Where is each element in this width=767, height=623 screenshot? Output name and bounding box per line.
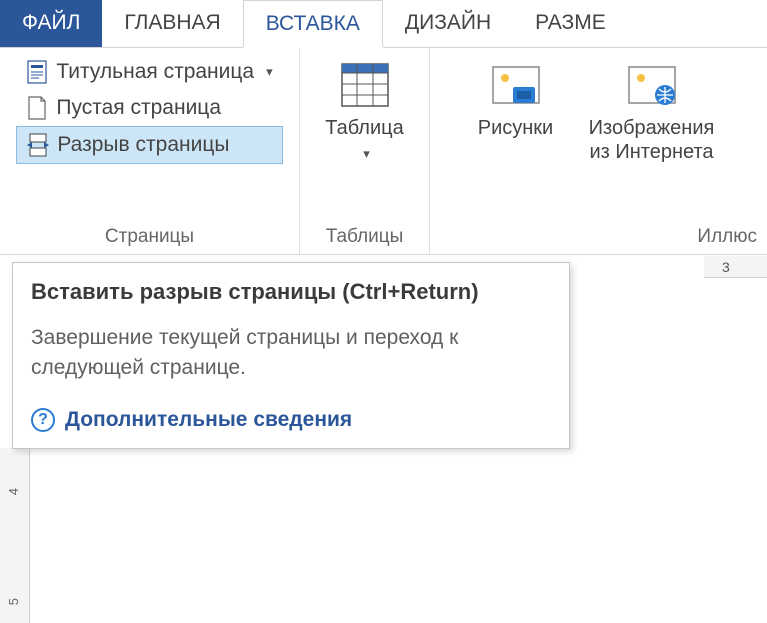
group-pages-label: Страницы — [105, 222, 194, 250]
table-button[interactable]: Таблица ▾ — [315, 54, 415, 168]
pictures-label: Рисунки — [478, 116, 553, 140]
tab-file[interactable]: ФАЙЛ — [0, 0, 102, 47]
ribbon-tabstrip: ФАЙЛ ГЛАВНАЯ ВСТАВКА ДИЗАЙН РАЗМЕ — [0, 0, 767, 48]
table-icon — [340, 60, 390, 110]
tab-insert[interactable]: ВСТАВКА — [243, 0, 383, 48]
ribbon: Титульная страница ▾ Пустая страница — [0, 48, 767, 255]
cover-page-button[interactable]: Титульная страница ▾ — [16, 54, 282, 90]
dropdown-caret-icon: ▾ — [266, 64, 273, 80]
blank-page-label: Пустая страница — [56, 96, 221, 120]
group-illustrations-label: Иллюс — [697, 222, 759, 250]
vertical-ruler: 4 5 — [0, 448, 30, 623]
online-pictures-button[interactable]: Изображения из Интернета — [572, 54, 732, 222]
tooltip-description: Завершение текущей страницы и переход к … — [31, 323, 551, 384]
group-tables: Таблица ▾ Таблицы — [300, 48, 430, 254]
page-break-icon — [27, 133, 49, 157]
group-pages: Титульная страница ▾ Пустая страница — [0, 48, 300, 254]
blank-page-button[interactable]: Пустая страница — [16, 90, 282, 126]
online-pictures-label: Изображения из Интернета — [589, 116, 715, 164]
tab-design[interactable]: ДИЗАЙН — [383, 0, 513, 47]
page-break-button[interactable]: Разрыв страницы — [16, 126, 282, 164]
help-icon: ? — [31, 408, 55, 432]
table-label: Таблица — [325, 116, 403, 140]
tooltip-title: Вставить разрыв страницы (Ctrl+Return) — [31, 279, 551, 305]
ruler-tick: 3 — [722, 259, 730, 275]
cover-page-label: Титульная страница — [56, 60, 254, 84]
ruler-tick: 4 — [6, 488, 21, 495]
pictures-button[interactable]: Рисунки — [466, 54, 566, 222]
group-illustrations: Рисунки Изображения из Интернета — [430, 48, 767, 254]
tooltip-popup: Вставить разрыв страницы (Ctrl+Return) З… — [12, 262, 570, 449]
cover-page-icon — [26, 60, 48, 84]
ruler-tick: 5 — [6, 598, 21, 605]
tab-home[interactable]: ГЛАВНАЯ — [102, 0, 242, 47]
page-break-label: Разрыв страницы — [57, 133, 229, 157]
tooltip-more-info-link[interactable]: ? Дополнительные сведения — [31, 408, 551, 432]
pictures-icon — [491, 60, 541, 110]
group-tables-label: Таблицы — [326, 222, 404, 250]
blank-page-icon — [26, 96, 48, 120]
document-canvas[interactable] — [30, 448, 767, 623]
online-pictures-icon — [627, 60, 677, 110]
dropdown-caret-icon: ▾ — [363, 146, 370, 162]
horizontal-ruler: 3 — [704, 256, 767, 278]
tab-layout[interactable]: РАЗМЕ — [513, 0, 628, 47]
tooltip-more-label: Дополнительные сведения — [65, 408, 352, 432]
